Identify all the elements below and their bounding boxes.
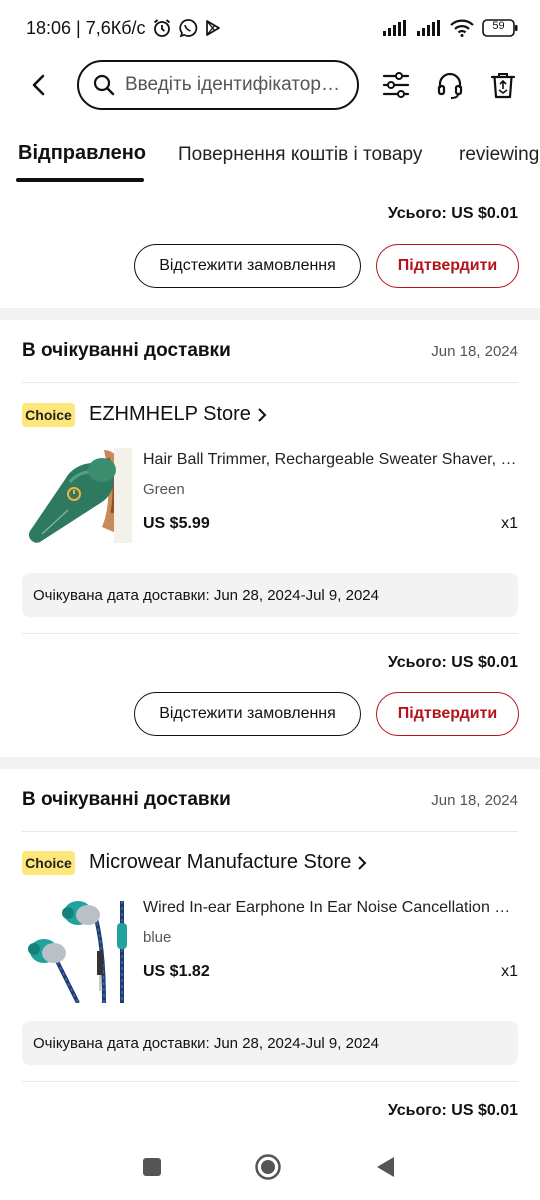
store-link[interactable]: Microwear Manufacture Store xyxy=(89,851,367,874)
delivery-estimate-text: Очікувана дата доставки: Jun 28, 2024-Ju… xyxy=(33,586,379,604)
top-bar xyxy=(0,56,540,114)
play-store-icon xyxy=(204,19,222,37)
chevron-right-icon xyxy=(358,855,367,870)
delivery-estimate: Очікувана дата доставки: Jun 28, 2024-Ju… xyxy=(22,573,518,617)
confirm-button[interactable]: Підтвердити xyxy=(376,692,519,736)
recents-icon xyxy=(143,1158,161,1176)
divider xyxy=(22,382,518,383)
trash-button[interactable] xyxy=(480,62,526,108)
product-price: US $1.82 xyxy=(143,963,210,980)
signal-icon xyxy=(382,20,408,36)
home-icon xyxy=(255,1154,281,1180)
order-status: В очікуванні доставки xyxy=(22,340,231,361)
divider xyxy=(22,1081,518,1082)
alarm-icon xyxy=(152,18,172,38)
product-price: US $5.99 xyxy=(143,515,210,532)
divider xyxy=(22,633,518,634)
back-nav-button[interactable] xyxy=(370,1152,400,1182)
back-button[interactable] xyxy=(14,60,64,110)
order-total: Усього: US $0.01 xyxy=(387,1102,518,1119)
status-bar: 18:06 | 7,6Кб/с 59 xyxy=(0,0,540,56)
lint-trimmer-image xyxy=(22,438,132,548)
confirm-button[interactable]: Підтвердити xyxy=(376,244,519,288)
order-total: Усього: US $0.01 xyxy=(387,205,518,222)
search-box[interactable] xyxy=(77,60,359,110)
tab-refunds-returns[interactable]: Повернення коштів і товару xyxy=(178,144,422,166)
tab-shipped[interactable]: Відправлено xyxy=(18,142,146,165)
active-tab-indicator xyxy=(16,178,144,182)
filter-icon xyxy=(382,72,410,98)
section-gap xyxy=(0,757,540,769)
product-thumbnail[interactable] xyxy=(22,438,132,548)
search-icon xyxy=(93,74,115,96)
choice-badge: Choice xyxy=(22,403,75,427)
order-total: Усього: US $0.01 xyxy=(387,654,518,671)
product-title[interactable]: Hair Ball Trimmer, Rechargeable Sweater … xyxy=(143,451,521,469)
chevron-right-icon xyxy=(258,407,267,422)
support-button[interactable] xyxy=(427,62,473,108)
battery-icon: 59 xyxy=(482,19,518,37)
choice-badge: Choice xyxy=(22,851,75,875)
home-button[interactable] xyxy=(253,1152,283,1182)
product-variant: blue xyxy=(143,929,172,946)
order-card: В очікуванні доставки Jun 18, 2024 Choic… xyxy=(0,320,540,757)
trash-icon xyxy=(490,73,516,99)
order-card: В очікуванні доставки Jun 18, 2024 Choic… xyxy=(0,769,540,1136)
filter-button[interactable] xyxy=(373,62,419,108)
product-qty: x1 xyxy=(501,963,518,980)
system-nav-bar xyxy=(0,1136,540,1200)
section-gap xyxy=(0,308,540,320)
battery-level: 59 xyxy=(492,20,505,32)
order-date: Jun 18, 2024 xyxy=(431,792,518,809)
order-status: В очікуванні доставки xyxy=(22,789,231,810)
delivery-estimate-text: Очікувана дата доставки: Jun 28, 2024-Ju… xyxy=(33,1034,379,1052)
product-variant: Green xyxy=(143,481,185,498)
order-date: Jun 18, 2024 xyxy=(431,343,518,360)
divider xyxy=(22,831,518,832)
store-link[interactable]: EZHMHELP Store xyxy=(89,403,267,426)
track-order-button[interactable]: Відстежити замовлення xyxy=(134,244,361,288)
wifi-icon xyxy=(450,19,474,37)
status-time-speed: 18:06 | 7,6Кб/с xyxy=(26,17,146,38)
product-thumbnail[interactable] xyxy=(22,893,132,1003)
order-footer-previous: Усього: US $0.01 Відстежити замовлення П… xyxy=(0,190,540,308)
headset-icon xyxy=(437,72,463,99)
delivery-estimate: Очікувана дата доставки: Jun 28, 2024-Ju… xyxy=(22,1021,518,1065)
track-order-button[interactable]: Відстежити замовлення xyxy=(134,692,361,736)
recents-button[interactable] xyxy=(137,1152,167,1182)
earphones-image xyxy=(22,893,132,1003)
order-tabs: Відправлено Повернення коштів і товару r… xyxy=(0,128,540,186)
product-qty: x1 xyxy=(501,515,518,532)
search-input[interactable] xyxy=(125,74,340,96)
back-icon xyxy=(32,74,45,96)
store-name: EZHMHELP Store xyxy=(89,403,251,425)
tab-reviewing[interactable]: reviewing xyxy=(459,144,539,166)
signal-icon xyxy=(416,20,442,36)
back-triangle-icon xyxy=(377,1157,394,1177)
viber-icon xyxy=(178,18,198,38)
product-title[interactable]: Wired In-ear Earphone In Ear Noise Cance… xyxy=(143,899,521,917)
store-name: Microwear Manufacture Store xyxy=(89,851,352,873)
